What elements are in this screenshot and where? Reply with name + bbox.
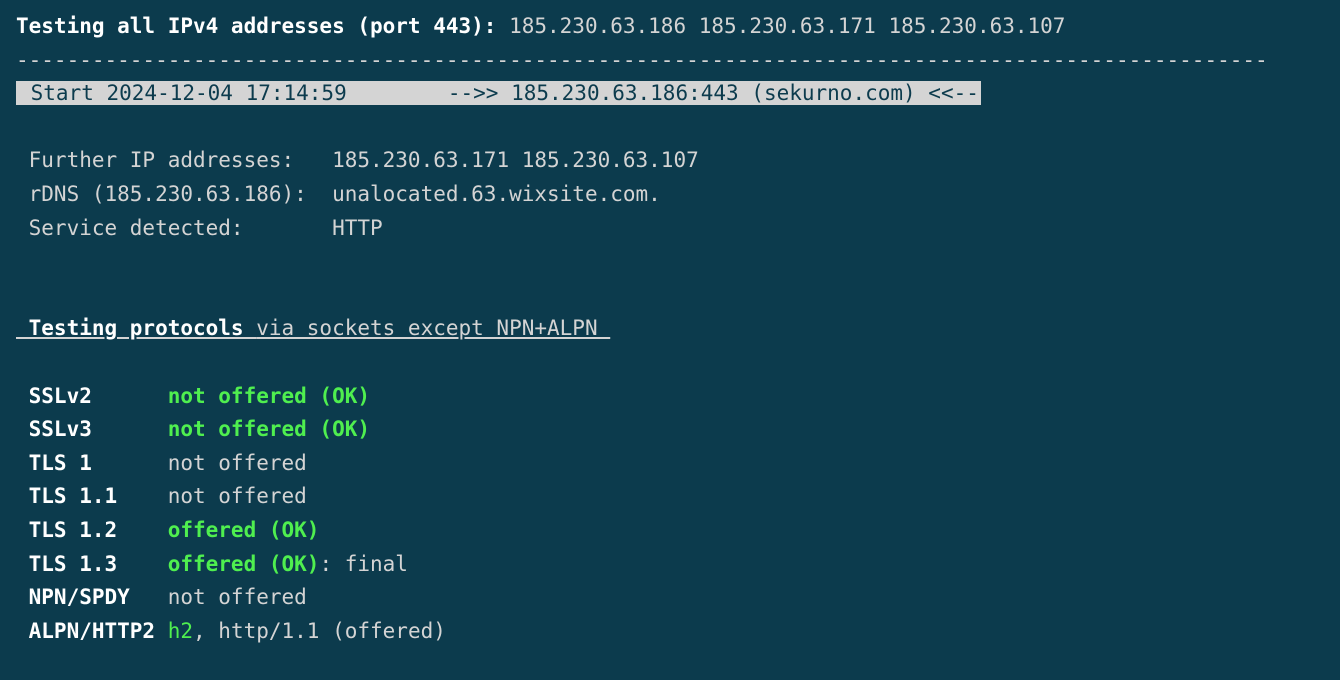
service-label: Service detected:: [16, 216, 332, 240]
protocol-h2: h2: [168, 619, 193, 643]
further-ip-row: Further IP addresses: 185.230.63.171 185…: [16, 144, 1324, 178]
protocol-sslv3: SSLv3 not offered (OK): [16, 413, 1324, 447]
rdns-row: rDNS (185.230.63.186): unalocated.63.wix…: [16, 178, 1324, 212]
protocol-tls13: TLS 1.3 offered (OK): final: [16, 548, 1324, 582]
start-info: Start 2024-12-04 17:14:59 -->> 185.230.6…: [16, 81, 981, 105]
protocol-name: ALPN/HTTP2: [16, 619, 168, 643]
service-row: Service detected: HTTP: [16, 212, 1324, 246]
protocol-name: SSLv2: [16, 384, 168, 408]
service-value: HTTP: [332, 216, 383, 240]
protocol-sslv2: SSLv2 not offered (OK): [16, 380, 1324, 414]
protocol-status: not offered (OK): [168, 417, 370, 441]
protocol-tls1: TLS 1 not offered: [16, 447, 1324, 481]
section-title-rest: via sockets except NPN+ALPN: [256, 316, 610, 340]
protocol-npn: NPN/SPDY not offered: [16, 581, 1324, 615]
testing-label: Testing all IPv4 addresses (port 443):: [16, 14, 496, 38]
ip-address-3: 185.230.63.107: [888, 14, 1065, 38]
protocol-status: not offered: [168, 585, 307, 609]
protocol-tls11: TLS 1.1 not offered: [16, 480, 1324, 514]
ip-address-2: 185.230.63.171: [699, 14, 876, 38]
protocol-alpn: ALPN/HTTP2 h2, http/1.1 (offered): [16, 615, 1324, 649]
protocol-status: offered (OK): [168, 552, 320, 576]
rdns-label: rDNS (185.230.63.186):: [16, 182, 332, 206]
divider-line-1: ----------------------------------------…: [16, 44, 1324, 78]
protocol-status: not offered (OK): [168, 384, 370, 408]
rdns-value: unalocated.63.wixsite.com.: [332, 182, 661, 206]
start-line: Start 2024-12-04 17:14:59 -->> 185.230.6…: [16, 77, 1324, 111]
further-ip-label: Further IP addresses:: [16, 148, 332, 172]
protocol-name: TLS 1.3: [16, 552, 168, 576]
protocol-rest: , http/1.1 (offered): [193, 619, 446, 643]
testing-header: Testing all IPv4 addresses (port 443): 1…: [16, 10, 1324, 44]
protocol-suffix: : final: [319, 552, 408, 576]
protocol-tls12: TLS 1.2 offered (OK): [16, 514, 1324, 548]
protocol-name: TLS 1.2: [16, 518, 168, 542]
protocol-name: TLS 1: [16, 451, 168, 475]
protocol-name: NPN/SPDY: [16, 585, 168, 609]
section-title-bold: Testing protocols: [16, 316, 256, 340]
protocol-name: TLS 1.1: [16, 484, 168, 508]
ip-address-1: 185.230.63.186: [509, 14, 686, 38]
section-header: Testing protocols via sockets except NPN…: [16, 312, 1324, 346]
protocol-name: SSLv3: [16, 417, 168, 441]
protocol-status: offered (OK): [168, 518, 320, 542]
protocol-status: not offered: [168, 451, 307, 475]
protocol-status: not offered: [168, 484, 307, 508]
further-ip-value: 185.230.63.171 185.230.63.107: [332, 148, 699, 172]
